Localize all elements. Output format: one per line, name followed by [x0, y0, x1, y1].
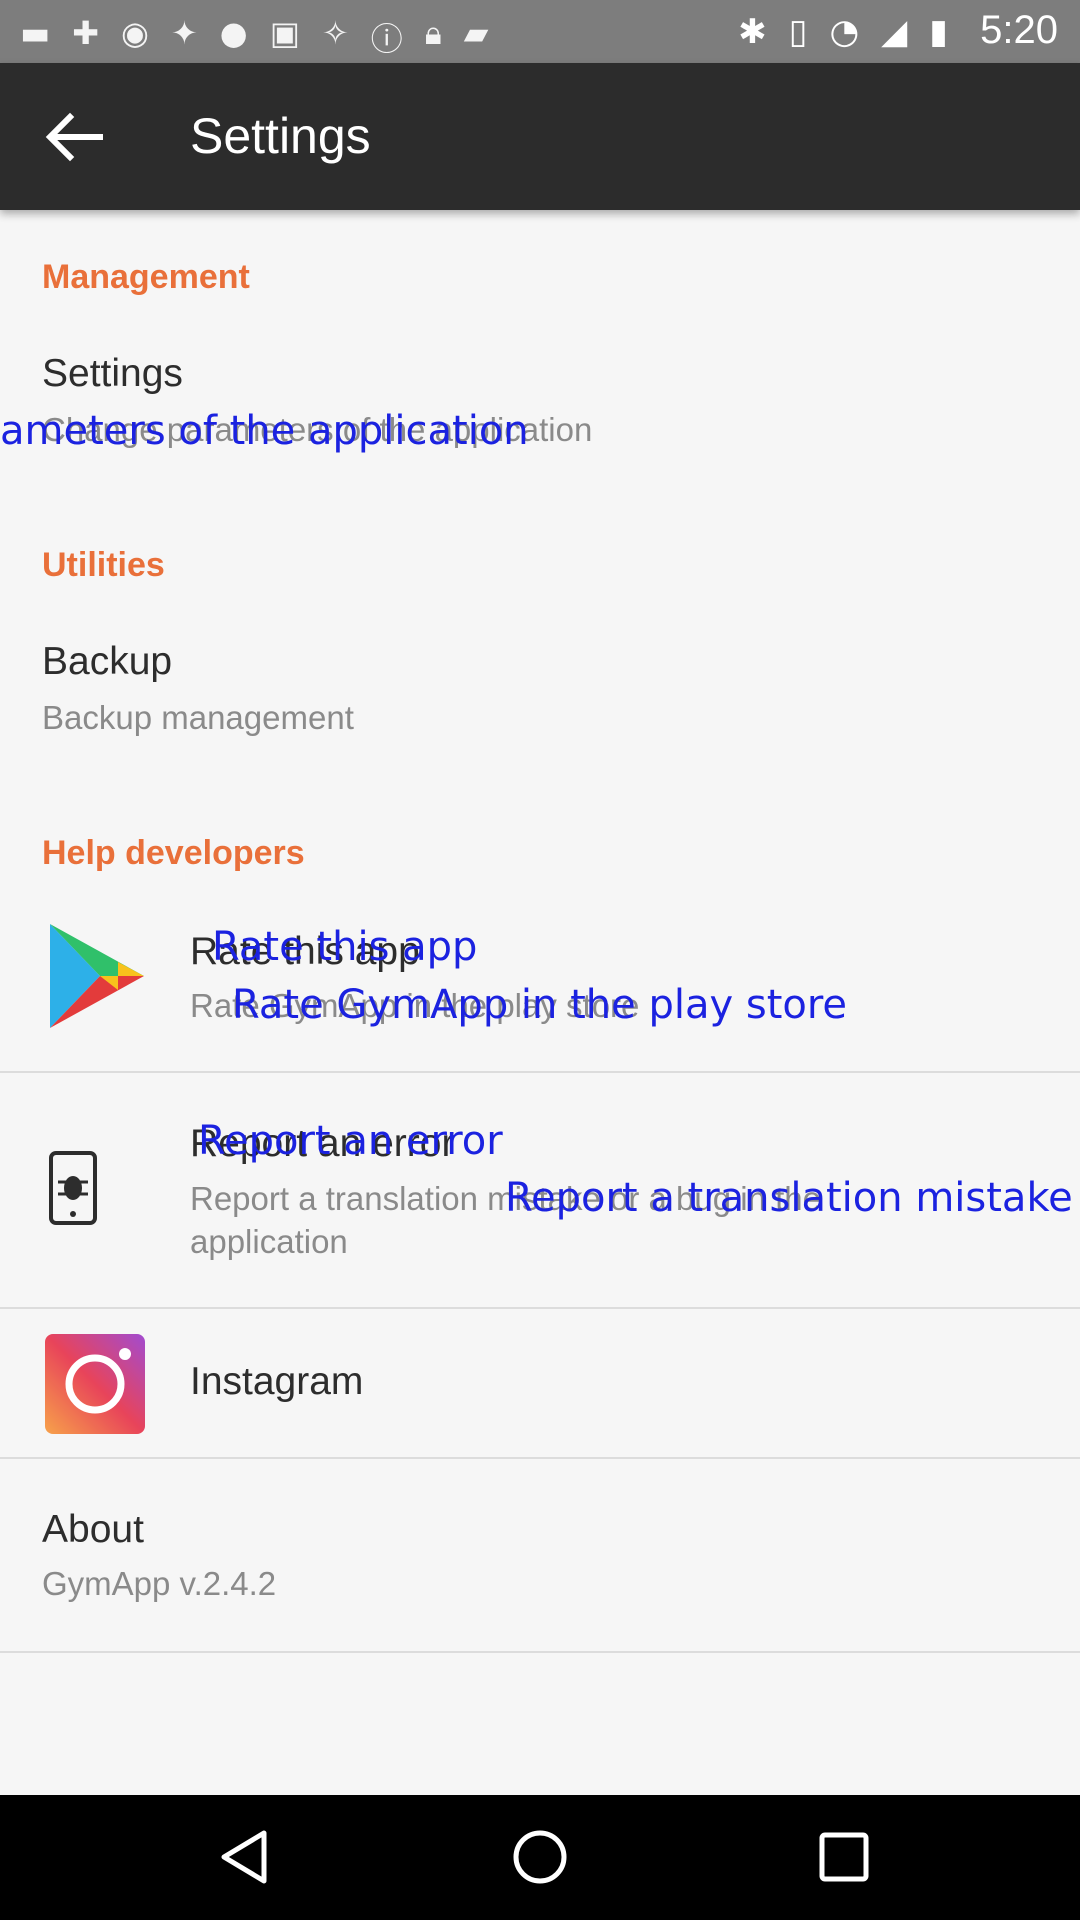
- overlay-summary-report: Report a translation mistake o: [505, 1175, 1080, 1221]
- divider: [0, 1307, 1080, 1309]
- overlay-summary-settings: ameters of the application: [0, 408, 529, 454]
- lock-icon: 🔒︎: [424, 14, 442, 52]
- notification-icons: ▬ ✚ ◉ ✦ ● ▣ ✧ ⓘ 🔒︎ ▰: [20, 14, 488, 60]
- wifi-icon: ◔: [829, 12, 860, 52]
- section-header-help: Help developers: [42, 834, 305, 872]
- battery-icon: ▮: [929, 12, 948, 52]
- pref-title-backup: Backup: [42, 640, 173, 683]
- section-header-utilities: Utilities: [42, 546, 165, 584]
- nav-recents-icon[interactable]: [814, 1827, 874, 1887]
- divider: [0, 1651, 1080, 1653]
- overlay-title-rate: Rate this app: [212, 924, 478, 970]
- nav-home-icon[interactable]: [510, 1827, 570, 1887]
- overlay-summary-rate: Rate GymApp in the play store: [232, 982, 848, 1028]
- pref-title-instagram: Instagram: [190, 1360, 364, 1403]
- nav-back-icon[interactable]: [214, 1827, 274, 1887]
- pref-title-about: About: [42, 1508, 144, 1551]
- satellite2-icon: ✧: [321, 14, 349, 52]
- gymapp-icon: ✚: [72, 14, 100, 52]
- pref-title-settings: Settings: [42, 352, 183, 395]
- overlay-title-report: Report an error: [198, 1118, 503, 1164]
- chat-icon: ▬: [20, 14, 51, 52]
- status-bar: ▬ ✚ ◉ ✦ ● ▣ ✧ ⓘ 🔒︎ ▰ ✱ ▯ ◔ ◢ ▮ 5:20: [0, 0, 1080, 63]
- status-time: 5:20: [980, 8, 1058, 52]
- pref-summary-about: GymApp v.2.4.2: [42, 1565, 277, 1602]
- fake-gps-icon: ◉: [121, 14, 149, 52]
- section-header-management: Management: [42, 258, 250, 296]
- page-title: Settings: [190, 108, 371, 164]
- app-bar: Settings: [0, 63, 1080, 210]
- gallery-icon: ▣: [269, 14, 300, 52]
- back-arrow-icon[interactable]: [40, 109, 106, 165]
- system-icons: ✱ ▯ ◔ ◢ ▮: [738, 12, 948, 52]
- bluetooth-icon: ✱: [738, 12, 767, 52]
- pref-summary-report-line2: application: [190, 1223, 348, 1260]
- instagram-icon: [45, 1334, 145, 1434]
- play-store-icon: [50, 924, 144, 1028]
- bug-report-icon: [49, 1151, 97, 1225]
- divider: [0, 1457, 1080, 1459]
- circle-icon: ●: [219, 14, 248, 52]
- android-icon: ▰: [463, 14, 489, 52]
- divider: [0, 1071, 1080, 1073]
- vibrate-icon: ▯: [788, 12, 808, 52]
- navigation-bar: [0, 1795, 1080, 1920]
- alert-icon: ⓘ: [370, 20, 403, 58]
- signal-icon: ◢: [881, 12, 908, 52]
- satellite-icon: ✦: [170, 14, 198, 52]
- pref-summary-backup: Backup management: [42, 699, 354, 736]
